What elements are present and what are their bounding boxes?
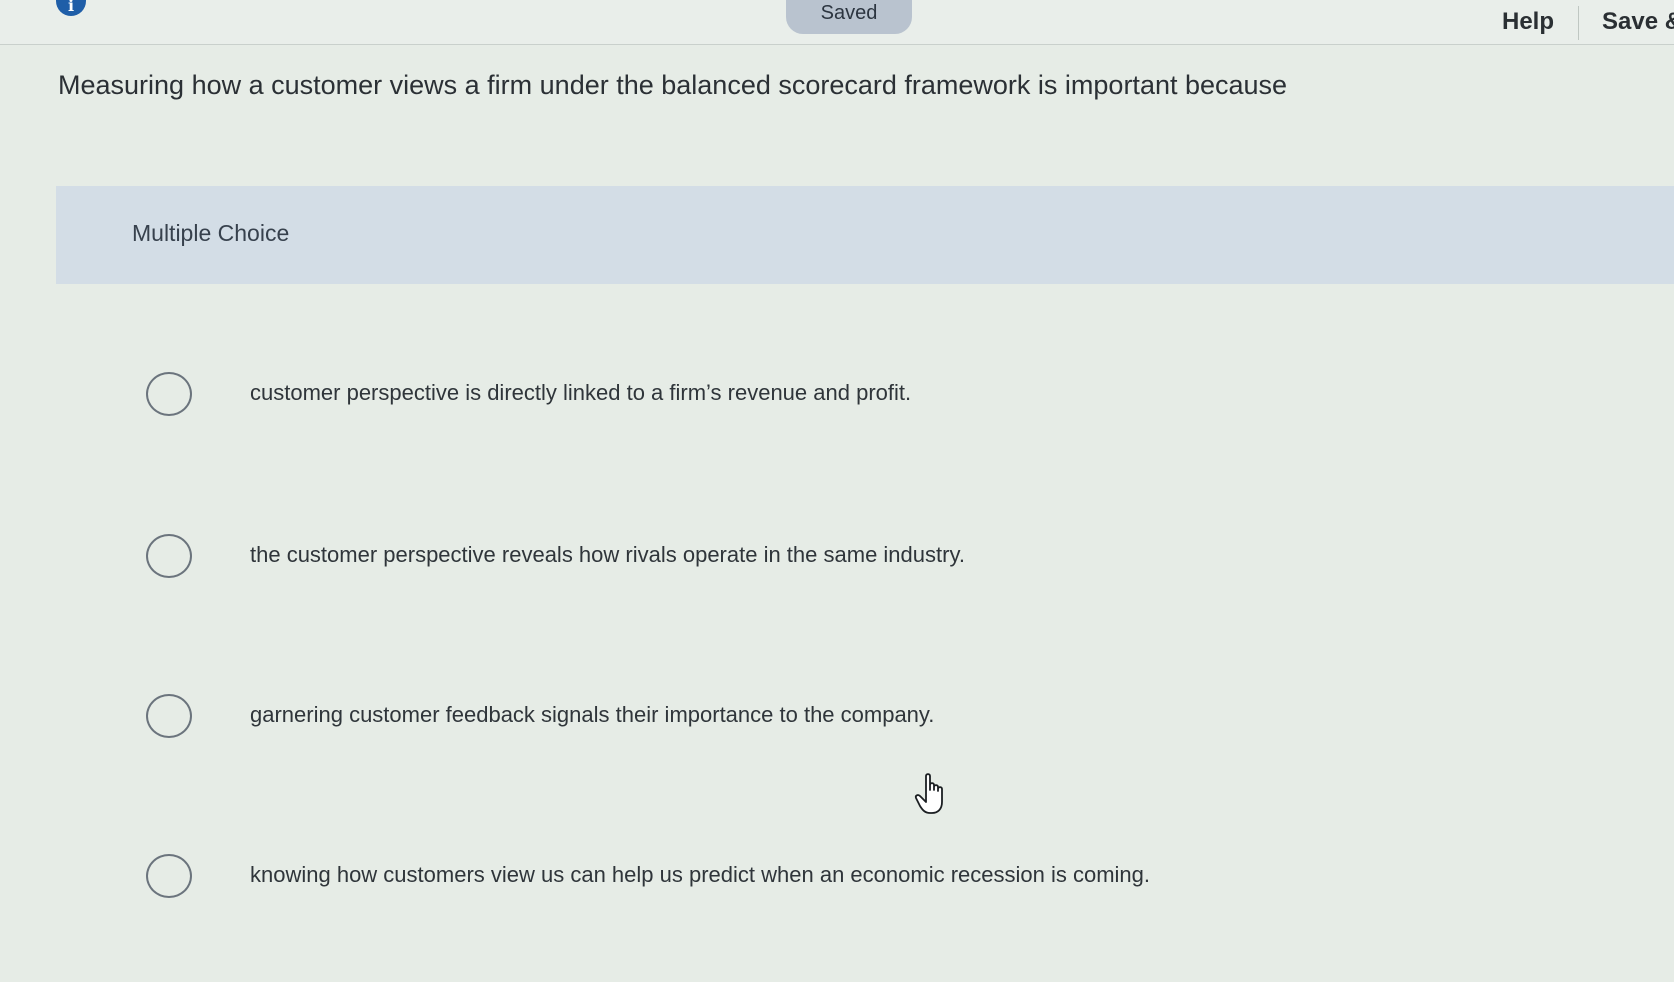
- answer-choice-label[interactable]: the customer perspective reveals how riv…: [250, 542, 965, 568]
- question-text: Measuring how a customer views a firm un…: [58, 70, 1288, 100]
- topbar-divider: [1578, 6, 1579, 40]
- radio-button-icon[interactable]: [146, 372, 192, 416]
- question-type-label: Multiple Choice: [132, 220, 290, 246]
- saved-status-badge: Saved: [786, 0, 912, 34]
- radio-button-icon[interactable]: [146, 534, 192, 578]
- answer-choice-b[interactable]: the customer perspective reveals how riv…: [0, 532, 1674, 632]
- top-bar: i Saved Help Save &: [0, 0, 1674, 45]
- radio-button-icon[interactable]: [146, 694, 192, 738]
- help-button[interactable]: Help: [1502, 8, 1554, 36]
- answer-choice-d[interactable]: knowing how customers view us can help u…: [0, 852, 1674, 952]
- hand-pointer-icon: [914, 773, 943, 814]
- question-type-header: Multiple Choice: [56, 186, 1674, 284]
- answer-choice-label[interactable]: garnering customer feedback signals thei…: [250, 702, 934, 728]
- answer-choice-a[interactable]: customer perspective is directly linked …: [0, 370, 1674, 470]
- answer-choice-label[interactable]: customer perspective is directly linked …: [250, 380, 911, 406]
- answer-choice-label[interactable]: knowing how customers view us can help u…: [250, 862, 1150, 888]
- save-and-exit-button[interactable]: Save &: [1602, 8, 1674, 36]
- info-icon[interactable]: i: [56, 0, 86, 16]
- radio-button-icon[interactable]: [146, 854, 192, 898]
- answer-choice-c[interactable]: garnering customer feedback signals thei…: [0, 692, 1674, 792]
